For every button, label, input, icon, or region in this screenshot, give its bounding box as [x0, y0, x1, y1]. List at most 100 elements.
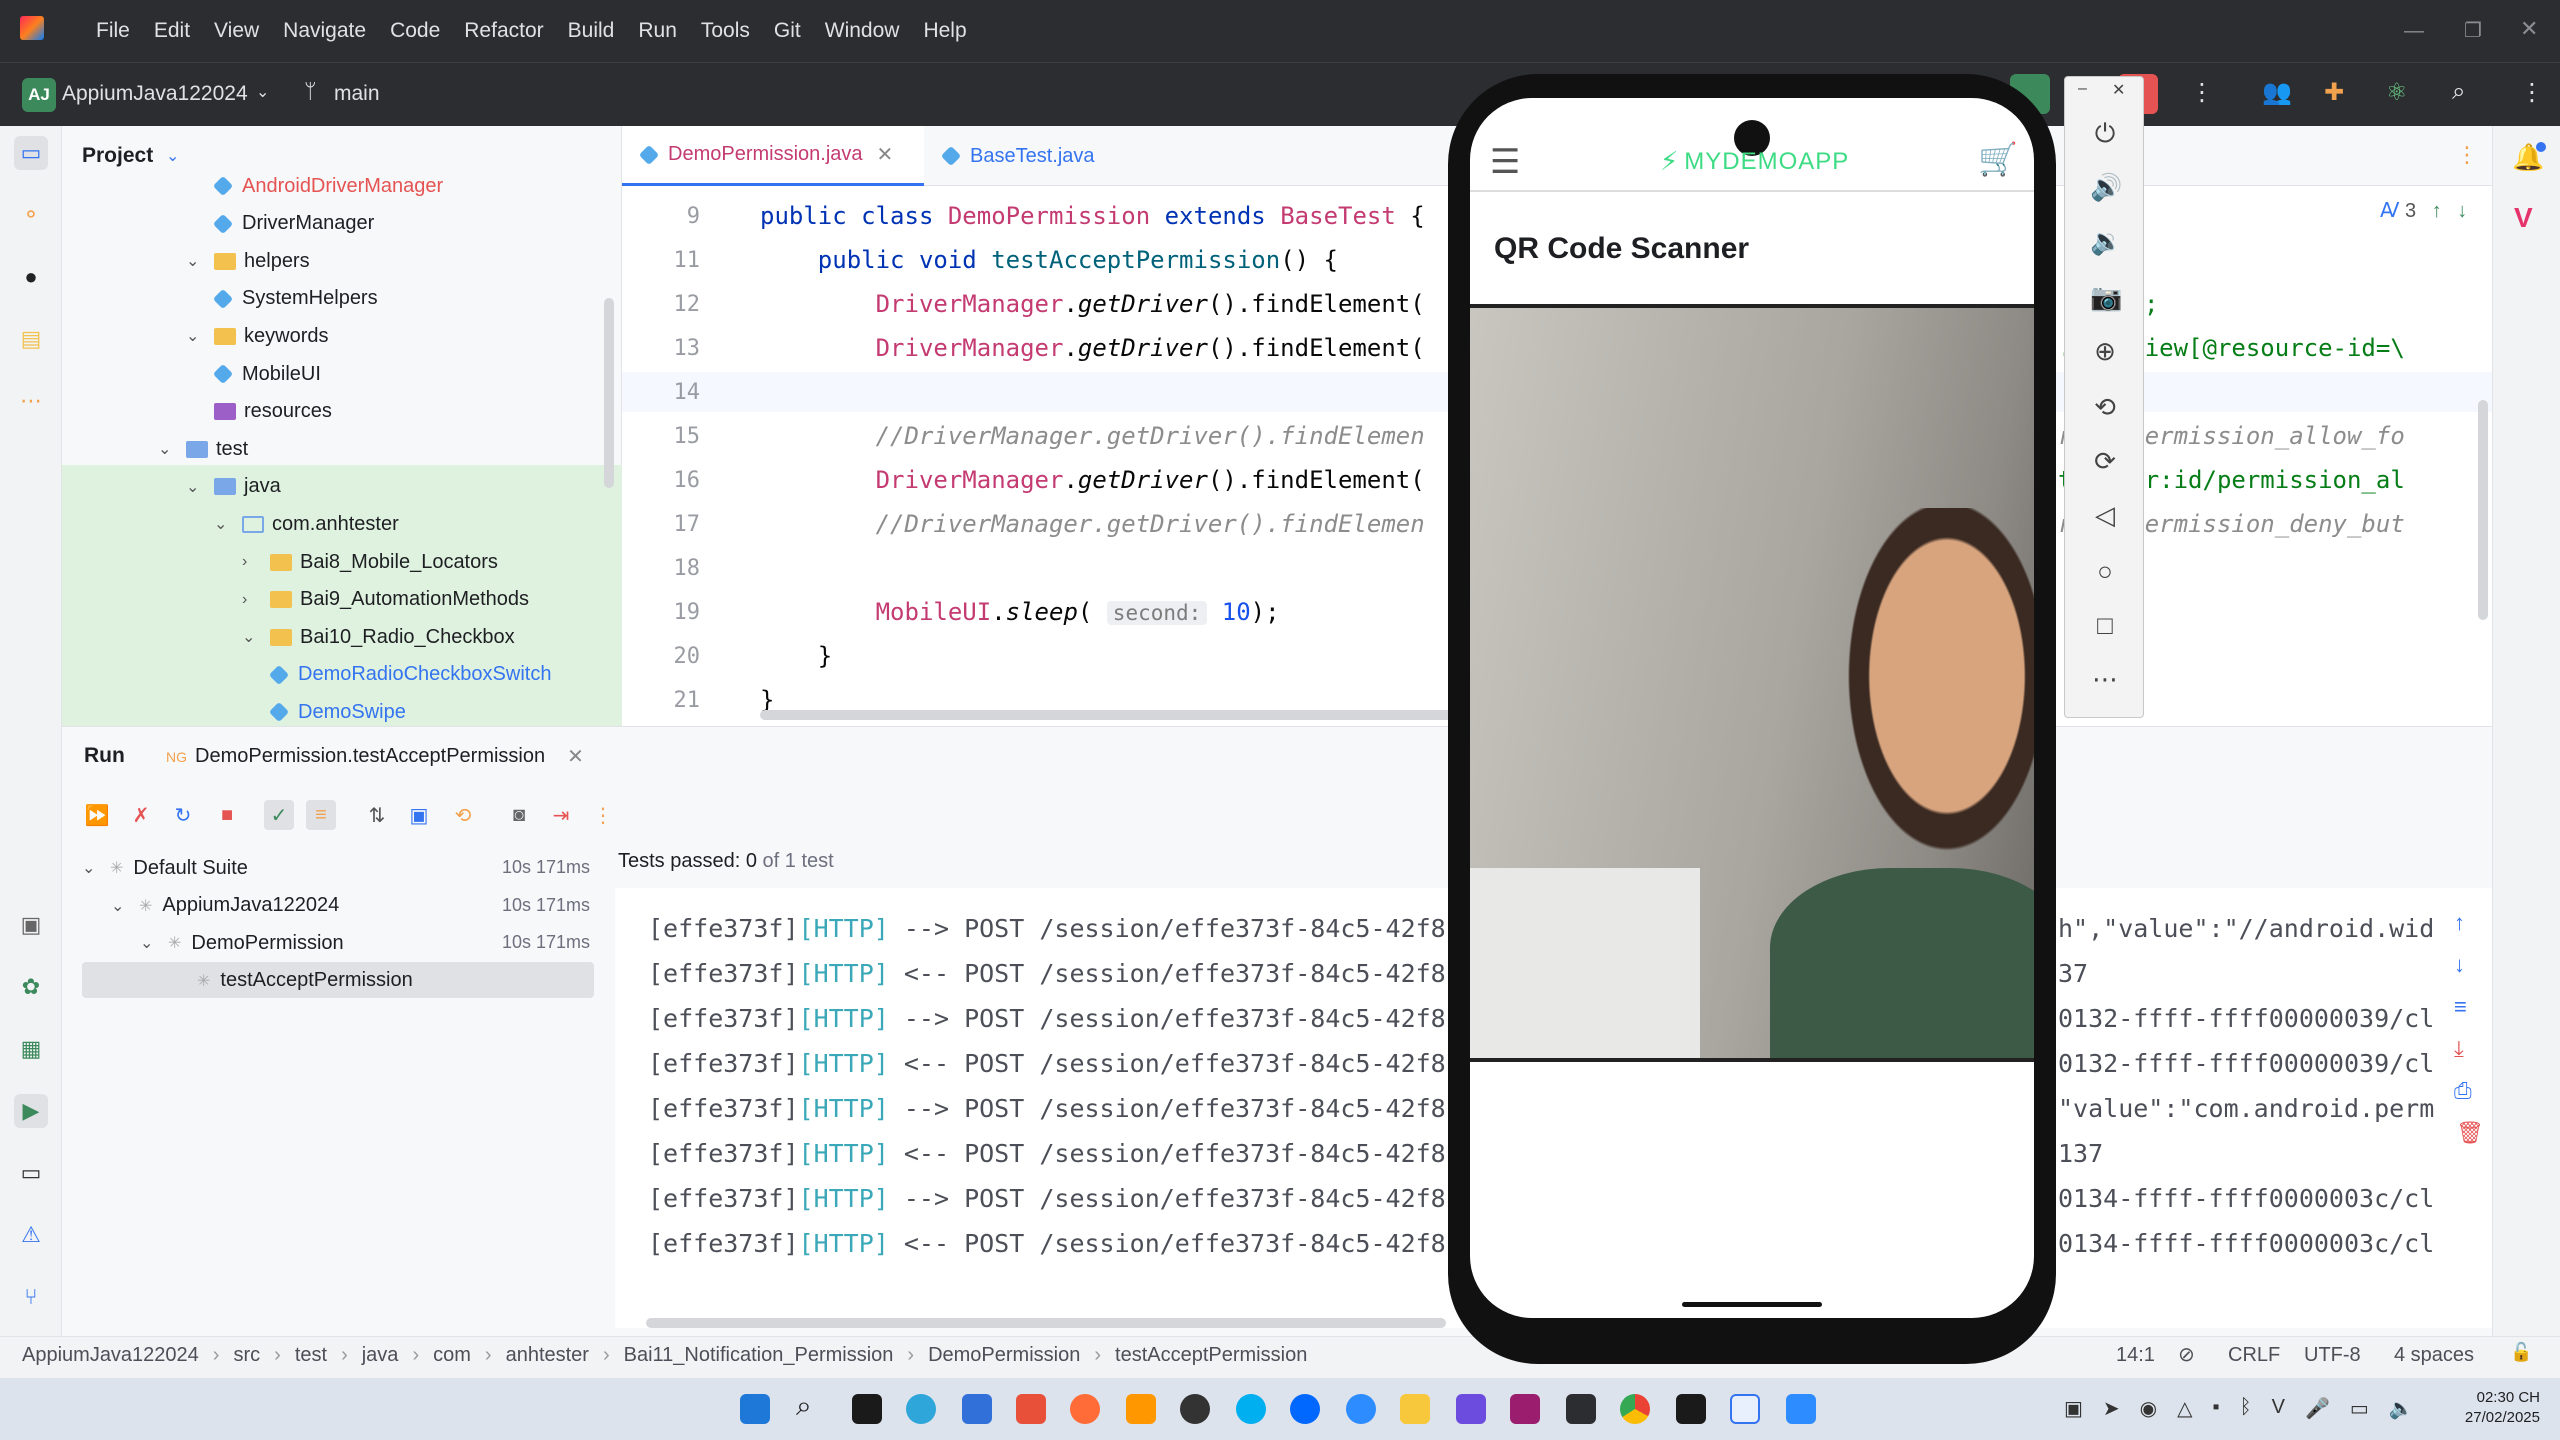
project-panel-chevron-icon[interactable]: ⌄ — [166, 146, 179, 166]
test-node[interactable]: ✳ testAcceptPermission — [169, 963, 413, 999]
tree-item-androiddrivermanager[interactable]: AndroidDriverManager — [212, 168, 443, 204]
breadcrumb-item[interactable]: src — [233, 1344, 260, 1367]
windows-start-icon[interactable] — [740, 1394, 770, 1424]
taskbar-telegram-icon[interactable] — [906, 1394, 936, 1424]
clear-console-icon[interactable]: 🗑 — [2456, 1120, 2484, 1146]
tree-item-bai8-mobile-locators[interactable]: › Bai8_Mobile_Locators — [242, 544, 498, 580]
rotate-left-icon[interactable]: ⟲ — [2090, 392, 2120, 423]
project-badge[interactable]: AJ — [22, 78, 56, 112]
log-line-tail[interactable]: 0132-ffff-ffff00000039/cl — [2058, 1004, 2434, 1033]
zoom-icon[interactable]: ⊕ — [2090, 336, 2120, 367]
volume-up-icon[interactable]: 🔊 — [2090, 172, 2122, 203]
home-icon[interactable]: ○ — [2090, 556, 2120, 587]
project-switcher[interactable]: AppiumJava122024 — [62, 82, 248, 106]
chevron-down-icon[interactable]: ⌄ — [186, 477, 206, 497]
taskbar-skype-icon[interactable] — [1236, 1394, 1266, 1424]
hamburger-menu-icon[interactable]: ☰ — [1490, 142, 1520, 182]
tab-close-icon[interactable]: ✕ — [877, 142, 894, 167]
log-line-tail[interactable]: 37 — [2058, 959, 2088, 988]
tray-app-icon[interactable]: ▣ — [2064, 1396, 2083, 1421]
code-line[interactable]: public void testAcceptPermission() { — [760, 246, 1338, 274]
taskbar-cmd-icon[interactable] — [1676, 1394, 1706, 1424]
project-panel-title[interactable]: Project — [82, 144, 153, 168]
tab-demopermission[interactable]: DemoPermission.java ✕ — [622, 126, 924, 186]
tree-item-test[interactable]: ⌄ test — [158, 431, 248, 467]
menu-run[interactable]: Run — [626, 19, 689, 43]
taskbar-zalo-icon[interactable] — [1290, 1394, 1320, 1424]
database-icon[interactable]: ▣ — [14, 908, 48, 942]
branch-switcher[interactable]: main — [334, 82, 380, 106]
show-ignored-icon[interactable]: ≡ — [306, 800, 336, 830]
tree-item-bai10-radio-checkbox[interactable]: ⌄ Bai10_Radio_Checkbox — [242, 619, 515, 655]
github-icon[interactable]: ● — [14, 260, 48, 294]
breadcrumb-item[interactable]: test — [295, 1344, 327, 1367]
chevron-down-icon[interactable]: ⌄ — [242, 627, 262, 647]
test-node[interactable]: ⌄ ✳ Default Suite — [82, 850, 248, 886]
chevron-down-icon[interactable]: ⌄ — [82, 858, 102, 878]
line-number[interactable]: 16 — [640, 468, 701, 493]
services-icon[interactable]: ✿ — [14, 970, 48, 1004]
code-line[interactable]: DriverManager.getDriver().findElement( — [760, 334, 1425, 362]
menu-refactor[interactable]: Refactor — [452, 19, 555, 43]
window-close-icon[interactable]: ✕ — [2520, 16, 2538, 42]
export-icon[interactable]: ⇥ — [546, 800, 576, 830]
commit-icon[interactable]: ⚬ — [14, 198, 48, 232]
structure-icon[interactable]: ▤ — [14, 322, 48, 356]
log-line[interactable]: [effe373f][HTTP] --> POST /session/effe3… — [648, 1094, 1461, 1123]
more-tools-icon[interactable]: ⋯ — [14, 384, 48, 418]
chevron-down-icon[interactable]: ⌄ — [140, 933, 160, 953]
tree-item-demoradiocheckboxswitch[interactable]: DemoRadioCheckboxSwitch — [268, 657, 551, 693]
line-number[interactable]: 21 — [640, 688, 701, 713]
ai-plugin-icon[interactable]: V — [2514, 202, 2533, 234]
editor-v-scrollbar[interactable] — [2478, 400, 2488, 620]
back-icon[interactable]: ◁ — [2090, 500, 2120, 531]
chevron-right-icon[interactable]: › — [242, 591, 262, 609]
line-number[interactable]: 15 — [640, 424, 701, 449]
menu-navigate[interactable]: Navigate — [271, 19, 378, 43]
run-panel-title[interactable]: Run — [84, 744, 125, 768]
file-encoding[interactable]: UTF-8 — [2304, 1344, 2361, 1367]
line-number[interactable]: 14 — [640, 380, 701, 405]
tree-item-systemhelpers[interactable]: SystemHelpers — [212, 281, 378, 317]
taskbar-terminal-app-icon[interactable] — [852, 1394, 882, 1424]
breadcrumb-item[interactable]: AppiumJava122024 — [22, 1344, 199, 1367]
tree-item-com-anhtester[interactable]: ⌄ com.anhtester — [214, 506, 399, 542]
tree-item-mobileui[interactable]: MobileUI — [212, 356, 321, 392]
taskbar-inspector-icon[interactable] — [1510, 1394, 1540, 1424]
menu-view[interactable]: View — [202, 19, 271, 43]
scroll-to-end-icon[interactable]: ⤓ — [2454, 1036, 2464, 1062]
run-tool-icon[interactable]: ▶ — [14, 1094, 48, 1128]
power-icon[interactable]: ⏻ — [2090, 118, 2120, 150]
soft-wrap-icon[interactable]: ≡ — [2454, 994, 2467, 1020]
settings-dots-icon[interactable]: ⋮ — [2520, 78, 2544, 107]
tree-item-bai9-automationmethods[interactable]: › Bai9_AutomationMethods — [242, 582, 529, 618]
taskbar-postman-icon[interactable] — [1070, 1394, 1100, 1424]
menu-code[interactable]: Code — [378, 19, 452, 43]
run-tab-close-icon[interactable]: ✕ — [567, 744, 584, 769]
run-config-tab[interactable]: NG DemoPermission.testAcceptPermission ✕ — [166, 744, 584, 769]
code-line[interactable]: public class DemoPermission extends Base… — [760, 202, 1425, 230]
project-chevron-icon[interactable]: ⌄ — [256, 82, 269, 102]
emulator-minimize-icon[interactable]: – — [2078, 80, 2087, 98]
breadcrumb-item[interactable]: testAcceptPermission — [1115, 1344, 1307, 1367]
tray-telegram-icon[interactable]: ➤ — [2103, 1396, 2120, 1421]
line-number[interactable]: 18 — [640, 556, 701, 581]
chevron-down-icon[interactable]: ⌄ — [111, 896, 131, 916]
camera-preview[interactable] — [1470, 304, 2034, 1062]
editor-h-scrollbar[interactable] — [760, 710, 1460, 720]
show-passed-icon[interactable]: ✓ — [264, 800, 294, 830]
code-line[interactable]: DriverManager.getDriver().findElement( — [760, 290, 1425, 318]
log-line[interactable]: [effe373f][HTTP] <-- POST /session/effe3… — [648, 1139, 1461, 1168]
volume-down-icon[interactable]: 🔉 — [2090, 226, 2122, 257]
cursor-position[interactable]: 14:1 — [2116, 1344, 2155, 1367]
taskbar-emulator-icon[interactable] — [1730, 1394, 1760, 1424]
test-node[interactable]: ⌄ ✳ AppiumJava122024 — [111, 888, 339, 924]
taskbar-search-icon[interactable]: ⌕ — [796, 1390, 826, 1421]
scroll-down-icon[interactable]: ↓ — [2454, 952, 2465, 978]
tray-display-icon[interactable]: ▭ — [2350, 1396, 2369, 1421]
line-number[interactable]: 19 — [640, 600, 701, 625]
log-line-tail[interactable]: h","value":"//android.wid — [2058, 914, 2434, 943]
taskbar-clock[interactable]: 02:30 CH 27/02/2025 — [2450, 1388, 2540, 1428]
history-icon[interactable]: ⟲ — [448, 800, 478, 830]
rerun-icon[interactable]: ↻ — [168, 800, 198, 830]
